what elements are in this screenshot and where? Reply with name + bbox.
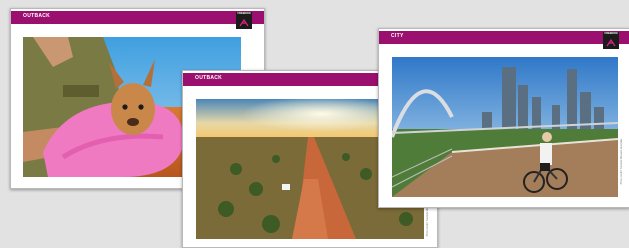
brand-logo-icon: FREEDOM: [236, 12, 252, 29]
photo-city-cyclist: [392, 57, 618, 197]
card-title: OUTBACK: [195, 75, 223, 81]
card-title: OUTBACK: [23, 13, 51, 19]
card-title: CITY: [391, 33, 404, 39]
card-title-bar: CITY: [379, 31, 629, 44]
postcard-city-bridge[interactable]: CITY FREEDOM Photo credit: Tourism Weste…: [378, 28, 629, 208]
photo-credit: Photo credit: Tourism Western Australia: [620, 139, 623, 185]
card-title-bar: OUTBACK: [11, 11, 264, 24]
brand-logo-icon: FREEDOM: [603, 32, 619, 49]
